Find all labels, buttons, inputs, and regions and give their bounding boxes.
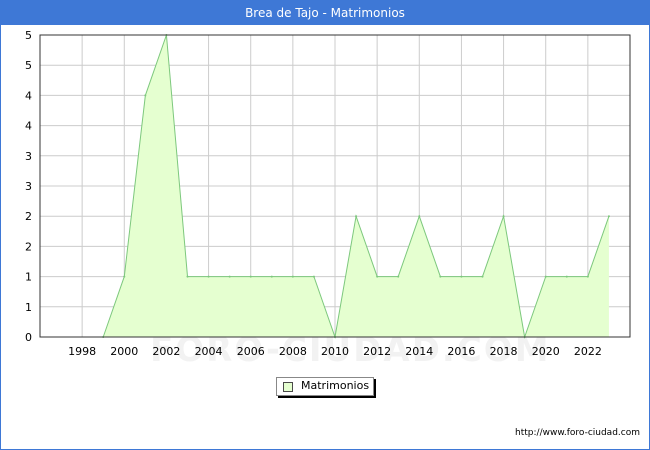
x-tick-label: 2018	[490, 345, 518, 358]
y-tick-label: 1	[25, 271, 32, 284]
x-tick-label: 2014	[405, 345, 433, 358]
x-tick-label: 2022	[574, 345, 602, 358]
legend-label: Matrimonios	[301, 379, 370, 392]
x-tick-label: 2006	[237, 345, 265, 358]
x-tick-label: 2016	[447, 345, 475, 358]
x-tick-label: 2004	[195, 345, 223, 358]
x-tick-label: 2008	[279, 345, 307, 358]
y-tick-label: 3	[25, 150, 32, 163]
data-point	[186, 275, 189, 278]
x-tick-label: 2020	[532, 345, 560, 358]
x-tick-label: 1998	[68, 345, 96, 358]
y-tick-label: 4	[25, 120, 32, 133]
y-tick-label: 0	[25, 331, 32, 344]
data-point	[312, 275, 315, 278]
data-point	[355, 215, 358, 218]
data-point	[460, 275, 463, 278]
source-url: http://www.foro-ciudad.com	[515, 428, 640, 438]
y-tick-label: 1	[25, 301, 32, 314]
data-point	[144, 94, 147, 97]
data-point	[565, 275, 568, 278]
data-point	[481, 275, 484, 278]
y-tick-label: 2	[25, 210, 32, 223]
data-point	[249, 275, 252, 278]
x-tick-label: 2012	[363, 345, 391, 358]
data-point	[586, 275, 589, 278]
y-tick-label: 3	[25, 180, 32, 193]
data-point	[123, 275, 126, 278]
legend-swatch	[283, 382, 293, 392]
data-point	[376, 275, 379, 278]
data-point	[207, 275, 210, 278]
y-tick-label: 2	[25, 240, 32, 253]
y-tick-label: 5	[25, 59, 32, 72]
data-point	[502, 215, 505, 218]
legend: Matrimonios	[276, 377, 374, 396]
x-tick-label: 2000	[110, 345, 138, 358]
y-tick-label: 5	[25, 29, 32, 42]
y-tick-label: 4	[25, 89, 32, 102]
data-point	[607, 215, 610, 218]
data-point	[228, 275, 231, 278]
data-point	[270, 275, 273, 278]
data-point	[397, 275, 400, 278]
data-point	[544, 275, 547, 278]
data-point	[439, 275, 442, 278]
data-point	[418, 215, 421, 218]
x-tick-label: 2010	[321, 345, 349, 358]
x-tick-label: 2002	[152, 345, 180, 358]
data-point	[291, 275, 294, 278]
